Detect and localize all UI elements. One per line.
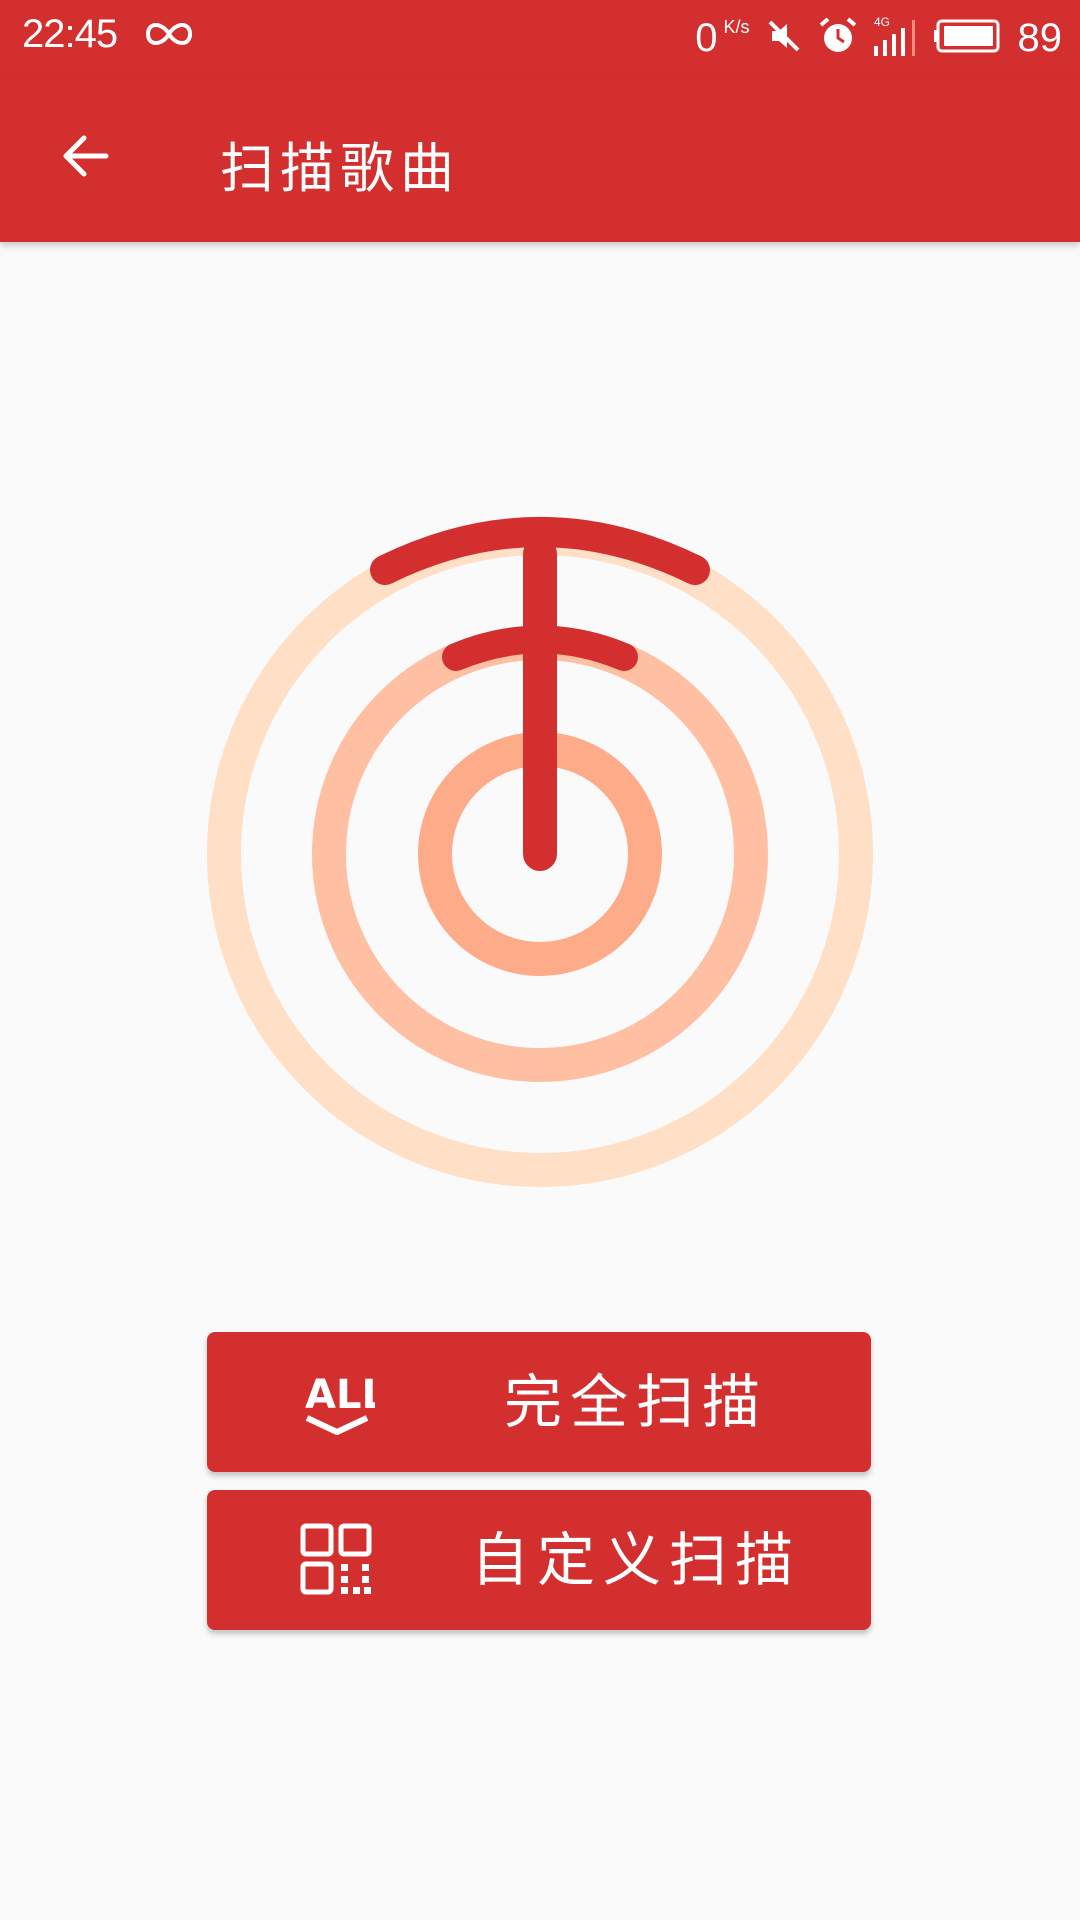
qr-grid-icon xyxy=(299,1522,375,1598)
status-time: 22:45 xyxy=(22,12,118,56)
network-speed-unit: K/s xyxy=(723,16,750,37)
alarm-icon xyxy=(818,16,858,60)
infinity-icon xyxy=(144,18,194,54)
page-title: 扫描歌曲 xyxy=(220,137,460,200)
full-scan-button[interactable]: ALL 完全扫描 xyxy=(207,1332,871,1472)
network-speed-value: 0 xyxy=(695,15,718,60)
signal-icon: 4G xyxy=(872,14,920,62)
svg-text:ALL: ALL xyxy=(305,1372,375,1418)
arrow-left-icon xyxy=(63,135,109,177)
status-icons: 0 K/s 4G 89 xyxy=(695,10,1062,66)
network-type: 4G xyxy=(874,15,890,29)
custom-scan-label: 自定义扫描 xyxy=(470,1526,801,1594)
mute-icon xyxy=(764,16,804,60)
app-bar: 扫描歌曲 xyxy=(0,76,1080,242)
network-speed: 0 K/s xyxy=(695,16,749,61)
status-bar: 22:45 0 K/s 4G 89 xyxy=(0,0,1080,76)
battery-icon xyxy=(933,18,1004,58)
all-icon: ALL xyxy=(299,1364,387,1440)
scanner-graphic xyxy=(200,514,880,1194)
battery-percent: 89 xyxy=(1017,15,1063,60)
full-scan-label: 完全扫描 xyxy=(503,1368,768,1436)
custom-scan-button[interactable]: 自定义扫描 xyxy=(207,1490,871,1630)
back-button[interactable] xyxy=(44,116,124,196)
